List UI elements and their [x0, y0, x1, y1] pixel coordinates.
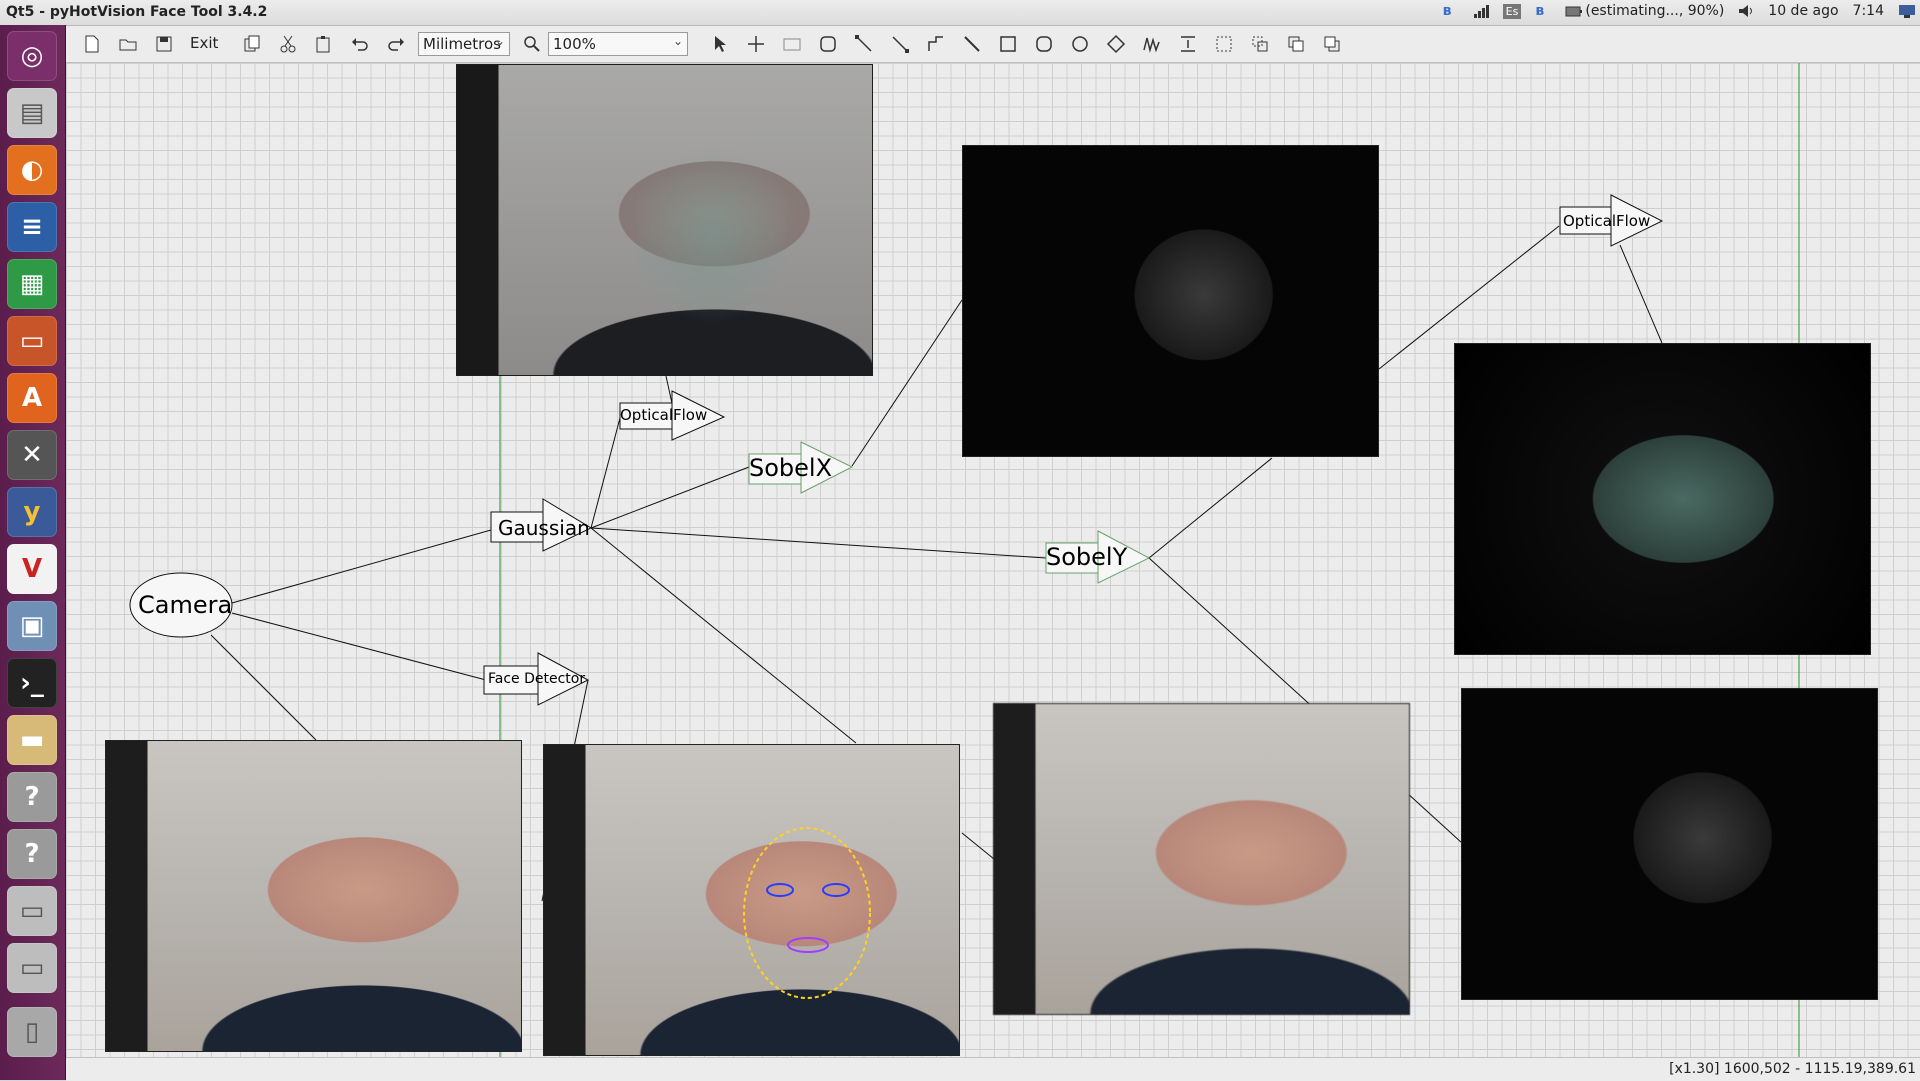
move-tool-icon[interactable] [744, 32, 768, 56]
toolbar: Exit Milimetros ⌄ 100% ⌄ [66, 26, 1920, 63]
redo-icon[interactable] [384, 32, 408, 56]
network-icon[interactable] [1473, 3, 1489, 19]
zoom-select[interactable]: 100% ⌄ [548, 32, 688, 56]
ungroup-icon[interactable] [1248, 32, 1272, 56]
writer-icon[interactable]: ≡ [7, 202, 57, 252]
link-tool-icon[interactable] [852, 32, 876, 56]
pointer-tool-icon[interactable] [708, 32, 732, 56]
new-file-icon[interactable] [80, 32, 104, 56]
save-icon[interactable] [152, 32, 176, 56]
drive-icon[interactable]: ▭ [7, 943, 57, 993]
date-text[interactable]: 10 de ago [1768, 3, 1838, 19]
camera-preview[interactable] [105, 740, 522, 1052]
ellipse-tool-icon[interactable] [1068, 32, 1092, 56]
group-icon[interactable] [1212, 32, 1236, 56]
sobelx-node-label[interactable]: SobelX [749, 454, 832, 482]
opticalflow-node-label-2[interactable]: OpticalFlow [1563, 212, 1650, 230]
sobely-preview[interactable] [1461, 688, 1878, 1000]
sobelx-preview[interactable] [962, 145, 1379, 457]
help-icon[interactable]: ? [7, 772, 57, 822]
yed-icon[interactable]: y [7, 487, 57, 537]
window-title: Qt5 - pyHotVision Face Tool 3.4.2 [6, 4, 268, 20]
face-detector-preview[interactable] [543, 744, 960, 1056]
impress-icon[interactable]: ▭ [7, 316, 57, 366]
indicators: ʙ Es ʙ (estimating..., 90%) 10 de ago 7:… [1443, 3, 1915, 19]
exit-button[interactable]: Exit [190, 34, 218, 52]
folder-icon[interactable]: ▬ [7, 715, 57, 765]
paste-icon[interactable] [312, 32, 336, 56]
settings-icon[interactable]: ✕ [7, 430, 57, 480]
image-tool-icon[interactable] [780, 32, 804, 56]
copy-icon[interactable] [240, 32, 264, 56]
undo-icon[interactable] [348, 32, 372, 56]
trash-icon[interactable]: ▯ [7, 1007, 57, 1057]
drive-icon[interactable]: ▭ [7, 886, 57, 936]
firefox-icon[interactable]: ◐ [7, 145, 57, 195]
chevron-down-icon: ⌄ [494, 34, 505, 48]
units-select[interactable]: Milimetros ⌄ [418, 32, 510, 56]
help-icon[interactable]: ? [7, 829, 57, 879]
zoom-icon [520, 32, 544, 56]
volume-icon[interactable] [1738, 3, 1754, 19]
rectangle-tool-icon[interactable] [996, 32, 1020, 56]
opticalflow-node-label[interactable]: OpticalFlow [620, 406, 707, 424]
bluetooth-icon[interactable]: ʙ [1443, 3, 1459, 19]
status-bar: [x1.30] 1600,502 - 1115.19,389.61 [66, 1057, 1920, 1081]
rounded-rect-tool-icon[interactable] [816, 32, 840, 56]
remote-desktop-icon[interactable]: ▣ [7, 601, 57, 651]
unity-launcher: ◎ ▤ ◐ ≡ ▦ ▭ A ✕ y V ▣ ›_ ▬ ? ? ▭ ▭ ▯ [0, 25, 66, 1080]
top-panel: Qt5 - pyHotVision Face Tool 3.4.2 ʙ Es ʙ… [0, 0, 1920, 26]
clock-text[interactable]: 7:14 [1853, 3, 1884, 19]
optical-flow-preview[interactable] [456, 64, 873, 376]
gaussian-preview[interactable] [993, 703, 1410, 1015]
calc-icon[interactable]: ▦ [7, 259, 57, 309]
terminal-icon[interactable]: ›_ [7, 658, 57, 708]
polyline-tool-icon[interactable] [924, 32, 948, 56]
cut-icon[interactable] [276, 32, 300, 56]
diamond-tool-icon[interactable] [1104, 32, 1128, 56]
optical-flow-preview-2[interactable] [1454, 343, 1871, 655]
connector-tool-icon[interactable] [888, 32, 912, 56]
send-back-icon[interactable] [1320, 32, 1344, 56]
line-tool-icon[interactable] [960, 32, 984, 56]
software-center-icon[interactable]: A [7, 373, 57, 423]
rounded-rectangle-tool-icon[interactable] [1032, 32, 1056, 56]
bring-front-icon[interactable] [1284, 32, 1308, 56]
zoom-select-value: 100% [553, 35, 596, 53]
keyboard-layout-indicator[interactable]: Es [1502, 3, 1522, 19]
open-folder-icon[interactable] [116, 32, 140, 56]
freehand-tool-icon[interactable] [1140, 32, 1164, 56]
battery-icon[interactable] [1565, 3, 1583, 19]
gaussian-node-label[interactable]: Gaussian [498, 516, 590, 540]
face-detector-node-label[interactable]: Face Detector [488, 671, 585, 687]
sobely-node-label[interactable]: SobelY [1046, 543, 1127, 571]
status-coordinates: [x1.30] 1600,502 - 1115.19,389.61 [1669, 1061, 1916, 1077]
units-select-value: Milimetros [423, 35, 501, 53]
ubuntu-icon[interactable]: ◎ [7, 31, 57, 81]
session-icon[interactable] [1898, 3, 1915, 19]
battery-status: (estimating..., 90%) [1585, 3, 1725, 19]
files-icon[interactable]: ▤ [7, 88, 57, 138]
chevron-down-icon: ⌄ [672, 34, 683, 48]
vnc-icon[interactable]: V [7, 544, 57, 594]
distribute-icon[interactable] [1176, 32, 1200, 56]
camera-node-label[interactable]: Camera [138, 591, 232, 619]
graph-canvas[interactable]: Camera Gaussian OpticalFlow SobelX Sobel… [66, 63, 1920, 1057]
bluetooth-icon[interactable]: ʙ [1535, 3, 1551, 19]
